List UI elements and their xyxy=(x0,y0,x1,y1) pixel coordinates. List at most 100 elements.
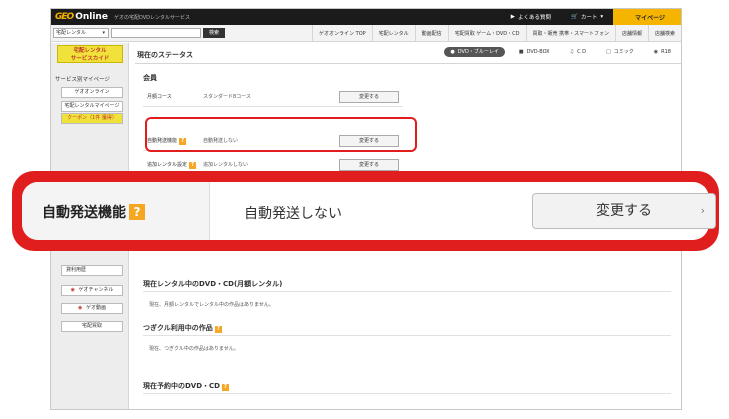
cart-link-label: カート xyxy=(580,15,598,21)
faq-link[interactable]: ▶ よくある質問 xyxy=(501,13,561,21)
tab-r18[interactable]: ◉ R18 xyxy=(648,47,677,57)
sidebar-item-label: 宅配買取 xyxy=(81,323,102,329)
media-tabs: ● DVD・ブルーレイ ■ DVD-BOX ♫ C D □ コミック ◉ R18 xyxy=(444,47,677,57)
reserve-section-title: 現在予約中のDVD・CD? xyxy=(143,381,229,391)
callout-change-button[interactable]: 変更する › xyxy=(532,193,716,229)
rental-empty-text: 現在、月額レンタルでレンタル中の作品はありません。 xyxy=(149,302,274,308)
sidebar-item-rental-mypage[interactable]: 宅配レンタルマイページ xyxy=(61,101,123,112)
help-icon[interactable]: ? xyxy=(222,384,229,391)
rental-guide-line1: 宅配レンタル xyxy=(73,48,107,54)
sidebar-item-geo-online[interactable]: ゲオオンライン xyxy=(61,87,123,98)
tab-label: コミック xyxy=(613,49,634,55)
service-mypage-title: サービス別マイページ xyxy=(55,77,110,83)
sidebar-item-label: ゲオチャンネル xyxy=(78,287,114,293)
callout-panel: 自動発送機能 ? 自動発送しない 変更する › xyxy=(22,182,716,240)
mypage-label: マイページ xyxy=(635,14,665,22)
row-label: 追加レンタル設定? xyxy=(147,161,197,169)
sidebar-item-label: ゲオオンライン xyxy=(74,89,110,95)
tab-label: C D xyxy=(577,49,587,55)
tab-dvd-box[interactable]: ■ DVD-BOX xyxy=(513,47,556,57)
nav-item-takuhai-kaitori[interactable]: 宅配買取 ゲーム・DVD・CD xyxy=(447,25,526,42)
member-section-title: 会員 xyxy=(143,74,157,82)
help-icon: ▶ xyxy=(510,14,515,20)
top-links: ▶ よくある質問 🛒 カート ▾ マイページ xyxy=(501,9,681,25)
comic-icon: □ xyxy=(606,49,611,55)
sidebar-item-label: クーポン（1件 獲得） xyxy=(67,115,117,121)
change-course-button[interactable]: 変更する xyxy=(339,91,399,103)
help-icon[interactable]: ? xyxy=(129,204,145,220)
music-icon: ♫ xyxy=(569,49,575,55)
reserve-title-text: 現在予約中のDVD・CD xyxy=(143,382,220,390)
section-divider xyxy=(143,335,671,336)
status-divider xyxy=(135,63,681,64)
sidebar-item-coupon[interactable]: クーポン（1件 獲得） xyxy=(61,113,123,124)
row-label-text: 追加レンタル設定 xyxy=(147,162,188,168)
geo-logo[interactable]: GEO Online ゲオの宅配DVDレンタルサービス xyxy=(55,11,190,23)
nav-item-geo-online-top[interactable]: ゲオオンライン TOP xyxy=(312,25,372,42)
geo-channel-icon: ◉ xyxy=(70,287,75,293)
cart-icon: 🛒 xyxy=(570,14,578,20)
sidebar-item-takuhai-kaitori[interactable]: 宅配買取 xyxy=(61,321,123,332)
tsugikuru-section-title: つぎクル利用中の作品? xyxy=(143,323,222,333)
mypage-button[interactable]: マイページ xyxy=(613,9,681,25)
rental-guide-line2: サービスカイド xyxy=(70,56,110,62)
tab-label: R18 xyxy=(661,49,671,55)
highlight-box-small xyxy=(145,117,417,152)
tab-dvd-bluray[interactable]: ● DVD・ブルーレイ xyxy=(444,47,505,57)
sidebar-item-geo-channel[interactable]: ◉ ゲオチャンネル xyxy=(61,285,123,296)
geo-douga-icon: ◉ xyxy=(78,305,83,311)
nav-item-mobile[interactable]: 買取・販売 携帯・スマートフォン xyxy=(525,25,615,42)
row-value: 追加レンタルしない xyxy=(203,162,249,168)
logo-mark: GEO xyxy=(55,12,74,22)
callout-label: 自動発送機能 ? xyxy=(42,202,145,222)
callout-value: 自動発送しない xyxy=(244,206,342,222)
disc-icon: ● xyxy=(450,49,455,55)
tab-label: DVD・ブルーレイ xyxy=(457,49,499,55)
logo-tagline: ゲオの宅配DVDレンタルサービス xyxy=(113,14,190,21)
nav-item-store-search[interactable]: 店舗検索 xyxy=(647,25,681,42)
r18-icon: ◉ xyxy=(653,49,659,55)
status-title: 現在のステータス xyxy=(137,51,193,59)
chevron-right-icon: › xyxy=(700,204,705,217)
row-label: 月額コース xyxy=(147,94,172,100)
box-icon: ■ xyxy=(518,49,524,55)
tab-label: DVD-BOX xyxy=(526,49,550,55)
help-icon[interactable]: ? xyxy=(189,162,197,169)
change-additional-rental-button[interactable]: 変更する xyxy=(339,159,399,171)
section-divider xyxy=(143,393,671,394)
category-select-value: 宅配レンタル xyxy=(56,30,87,36)
section-divider xyxy=(143,291,671,292)
nav-item-video-streaming[interactable]: 動画配信 xyxy=(414,25,448,42)
rental-guide-badge[interactable]: 宅配レンタル サービスカイド xyxy=(57,45,123,63)
member-row-monthly-course: 月額コース スタンダード8コース 変更する xyxy=(143,87,403,107)
search-nav-row: 宅配レンタル ▾ 検索 ゲオオンライン TOP 宅配レンタル 動画配信 宅配買取… xyxy=(51,25,681,42)
tsugikuru-empty-text: 現在、つぎクル中の作品はありません。 xyxy=(149,346,239,352)
sidebar-item-geo-douga[interactable]: ◉ ゲオ動画 xyxy=(61,303,123,314)
callout-label-text: 自動発送機能 xyxy=(42,205,126,221)
top-bar: GEO Online ゲオの宅配DVDレンタルサービス ▶ よくある質問 🛒 カ… xyxy=(51,9,681,25)
tab-cd[interactable]: ♫ C D xyxy=(564,47,592,57)
search-input[interactable] xyxy=(111,28,201,38)
rental-section-title: 現在レンタル中のDVD・CD(月額レンタル) xyxy=(143,280,283,288)
sidebar-item-history[interactable]: 貸利用歴 xyxy=(61,265,123,276)
row-value: スタンダード8コース xyxy=(203,94,251,100)
callout-label-cell: 自動発送機能 ? xyxy=(22,182,210,240)
global-nav: ゲオオンライン TOP 宅配レンタル 動画配信 宅配買取 ゲーム・DVD・CD … xyxy=(312,25,681,42)
search-button[interactable]: 検索 xyxy=(203,28,225,38)
cart-link[interactable]: 🛒 カート ▾ xyxy=(561,13,613,21)
logo-text: Online xyxy=(75,12,108,22)
sidebar-item-label: 貸利用歴 xyxy=(66,267,87,273)
nav-item-takuhai-rental[interactable]: 宅配レンタル xyxy=(371,25,415,42)
callout-button-label: 変更する xyxy=(596,203,652,219)
tsugikuru-title-text: つぎクル利用中の作品 xyxy=(143,324,213,332)
chevron-down-icon: ▾ xyxy=(600,14,604,20)
faq-link-label: よくある質問 xyxy=(517,15,551,21)
category-select[interactable]: 宅配レンタル ▾ xyxy=(53,28,109,38)
sidebar-item-label: ゲオ動画 xyxy=(85,305,106,311)
zoom-callout: 自動発送機能 ? 自動発送しない 変更する › xyxy=(12,171,719,251)
sidebar-item-label: 宅配レンタルマイページ xyxy=(64,103,120,109)
chevron-down-icon: ▾ xyxy=(102,30,105,36)
nav-item-store-info[interactable]: 店舗情報 xyxy=(614,25,648,42)
tab-comic[interactable]: □ コミック xyxy=(600,47,640,57)
help-icon[interactable]: ? xyxy=(214,326,222,333)
